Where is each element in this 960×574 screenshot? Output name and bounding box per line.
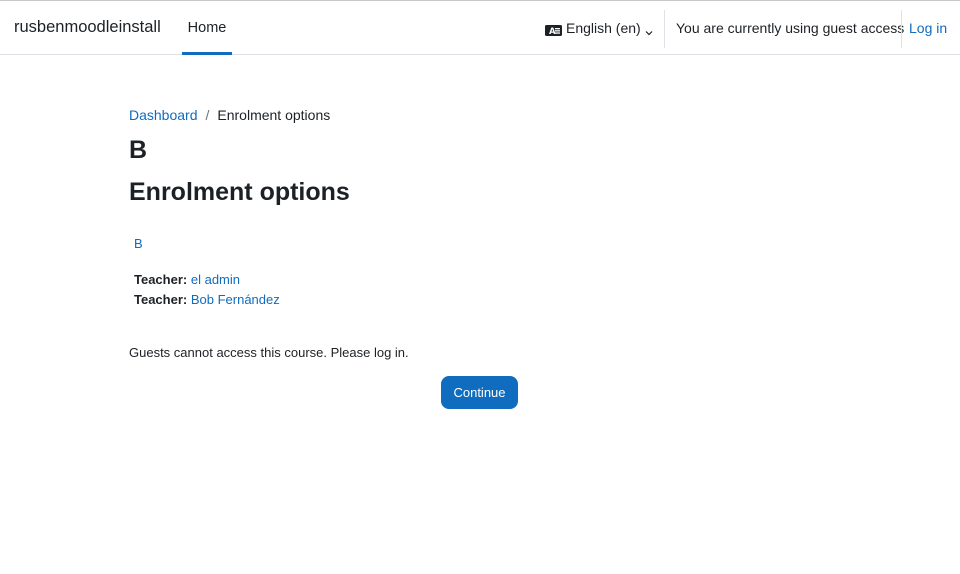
language-icon: A — [545, 23, 562, 37]
breadcrumb-dashboard-link[interactable]: Dashboard — [129, 107, 198, 123]
top-navbar: rusbenmoodleinstall Home A English (en) … — [0, 0, 960, 55]
teacher-name-link[interactable]: el admin — [191, 272, 240, 287]
svg-text:A: A — [549, 27, 556, 36]
language-menu[interactable]: A English (en) — [545, 20, 653, 37]
breadcrumb-current: Enrolment options — [217, 107, 331, 123]
teacher-role-label: Teacher: — [134, 292, 188, 307]
continue-button[interactable]: Continue — [441, 376, 518, 409]
language-label: English (en) — [566, 20, 641, 36]
teacher-row: Teacher: Bob Fernández — [134, 292, 280, 307]
nav-home-tab[interactable]: Home — [182, 1, 232, 55]
login-link[interactable]: Log in — [909, 20, 947, 36]
navbar-divider — [901, 10, 902, 48]
guest-access-message: You are currently using guest access — [676, 20, 905, 36]
course-link[interactable]: B — [134, 236, 143, 251]
page-title: Enrolment options — [129, 178, 350, 206]
site-name[interactable]: rusbenmoodleinstall — [14, 18, 161, 37]
breadcrumb-separator: / — [205, 107, 210, 123]
breadcrumb: Dashboard / Enrolment options — [129, 107, 330, 123]
course-title: B — [129, 136, 148, 164]
teacher-name-link[interactable]: Bob Fernández — [191, 292, 280, 307]
navbar-divider — [664, 10, 665, 48]
guest-access-notice: Guests cannot access this course. Please… — [129, 345, 409, 360]
teacher-row: Teacher: el admin — [134, 272, 240, 287]
teacher-role-label: Teacher: — [134, 272, 188, 287]
chevron-down-icon — [645, 24, 653, 36]
